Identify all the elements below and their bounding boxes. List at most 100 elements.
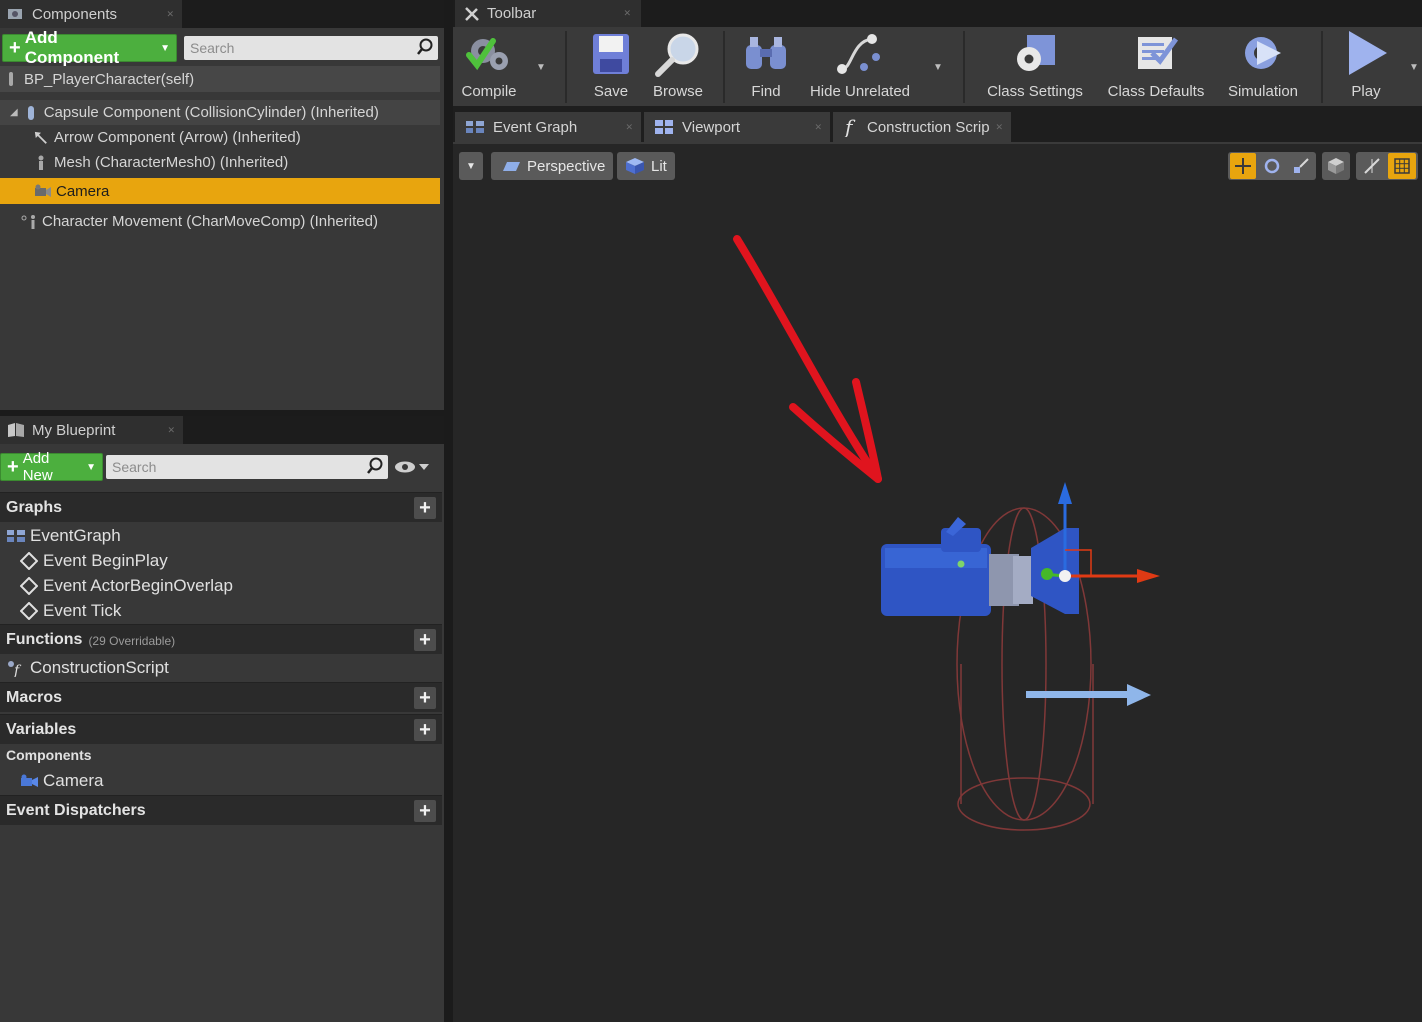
search-icon — [417, 38, 433, 55]
function-item-constructionscript[interactable]: f ConstructionScript — [0, 655, 442, 680]
save-icon — [593, 34, 629, 74]
close-icon[interactable]: ✕ — [995, 122, 1003, 133]
close-icon[interactable]: ✕ — [625, 122, 633, 133]
tree-item-mesh[interactable]: Mesh (CharacterMesh0) (Inherited) — [0, 150, 440, 175]
add-component-button[interactable]: + Add Component ▼ — [2, 28, 177, 67]
wrench-icon — [465, 6, 479, 21]
browse-button[interactable]: Browse — [646, 27, 710, 106]
tab-construction-script[interactable]: f Construction Scrip ✕ — [833, 112, 1011, 142]
camera-mesh — [881, 517, 1079, 616]
tab-construction-script-label: Construction Scrip — [867, 118, 990, 136]
hide-unrelated-dropdown-icon[interactable]: ▼ — [933, 62, 943, 73]
components-search-placeholder: Search — [190, 40, 235, 56]
tree-item-camera[interactable]: Camera — [0, 178, 440, 204]
find-label: Find — [751, 83, 781, 100]
variables-section-label: Variables — [6, 720, 77, 738]
chevron-down-icon: ▼ — [86, 461, 96, 473]
play-button[interactable]: Play — [1331, 27, 1401, 106]
add-new-button[interactable]: + Add New ▼ — [0, 450, 103, 484]
viewport-3d[interactable]: ▼ Perspective Lit — [453, 142, 1422, 1022]
add-graph-button[interactable]: + — [414, 497, 436, 519]
close-icon[interactable]: ✕ — [166, 9, 174, 20]
play-label: Play — [1351, 83, 1381, 100]
annotation-arrow — [733, 235, 882, 483]
variables-section-header[interactable]: Variables + — [0, 714, 442, 744]
add-new-label: Add New — [22, 450, 53, 484]
movement-icon — [21, 214, 35, 229]
play-icon — [1349, 31, 1387, 75]
chevron-down-icon: ▼ — [160, 42, 170, 54]
macros-section-header[interactable]: Macros + — [0, 682, 442, 712]
viewport-scene — [733, 235, 1160, 831]
close-icon[interactable]: ✕ — [623, 8, 631, 19]
tree-item-arrow[interactable]: Arrow Component (Arrow) (Inherited) — [0, 125, 440, 150]
graphs-section-label: Graphs — [6, 498, 63, 516]
simulation-label: Simulation — [1227, 83, 1299, 100]
components-tab[interactable]: Components ✕ — [0, 0, 182, 28]
camera-variable-icon — [21, 774, 38, 787]
event-dispatchers-section-label: Event Dispatchers — [6, 801, 146, 819]
tab-viewport-label: Viewport — [682, 118, 741, 136]
hide-unrelated-button[interactable]: Hide Unrelated — [805, 27, 915, 106]
close-icon[interactable]: ✕ — [167, 425, 175, 436]
components-search-input[interactable]: Search — [184, 36, 438, 60]
class-defaults-label: Class Defaults — [1107, 83, 1205, 100]
tab-event-graph[interactable]: Event Graph ✕ — [455, 112, 641, 142]
add-variable-button[interactable]: + — [414, 719, 436, 741]
search-icon — [367, 457, 383, 474]
play-options-dropdown-icon[interactable]: ▼ — [1409, 62, 1419, 73]
graph-item-label: EventGraph — [30, 525, 121, 545]
close-icon[interactable]: ✕ — [814, 122, 822, 133]
compile-button[interactable]: Compile — [457, 27, 521, 106]
variable-item-camera[interactable]: Camera — [0, 768, 442, 793]
my-blueprint-tab[interactable]: My Blueprint ✕ — [0, 416, 183, 444]
add-event-dispatcher-button[interactable]: + — [414, 800, 436, 822]
functions-section-label: Functions — [6, 630, 83, 648]
variable-item-label: Camera — [43, 770, 104, 790]
tree-item-label: Mesh (CharacterMesh0) (Inherited) — [54, 154, 289, 171]
graphs-section-header[interactable]: Graphs + — [0, 492, 442, 522]
root-component-label: BP_PlayerCharacter(self) — [24, 70, 195, 88]
simulation-button[interactable]: Simulation — [1221, 27, 1305, 106]
event-graph-icon — [7, 529, 25, 542]
graph-item-beginplay[interactable]: Event BeginPlay — [0, 548, 442, 573]
toolbar-tab[interactable]: Toolbar ✕ — [455, 0, 641, 27]
toolbar-separator — [1321, 31, 1323, 103]
svg-text:f: f — [843, 117, 856, 137]
compile-options-dropdown-icon[interactable]: ▼ — [536, 62, 546, 73]
event-dispatchers-section-header[interactable]: Event Dispatchers + — [0, 795, 442, 825]
class-settings-button[interactable]: Class Settings — [981, 27, 1089, 106]
add-macro-button[interactable]: + — [414, 687, 436, 709]
functions-section-header[interactable]: Functions (29 Overridable) + — [0, 624, 442, 654]
add-component-label: Add Component — [24, 28, 120, 67]
event-diamond-icon — [20, 551, 38, 570]
tree-item-label: Arrow Component (Arrow) (Inherited) — [54, 129, 301, 146]
graph-item-label: Event BeginPlay — [43, 550, 168, 570]
svg-text:f: f — [13, 663, 22, 677]
class-defaults-button[interactable]: Class Defaults — [1101, 27, 1211, 106]
root-component[interactable]: BP_PlayerCharacter(self) — [0, 66, 440, 92]
capsule-icon — [27, 105, 34, 120]
save-button[interactable]: Save — [583, 27, 639, 106]
graph-item-actorbeginoverlap[interactable]: Event ActorBeginOverlap — [0, 573, 442, 598]
variable-category-components[interactable]: Components — [6, 747, 92, 763]
find-button[interactable]: Find — [735, 27, 797, 106]
blueprint-search-input[interactable]: Search — [106, 455, 388, 479]
arrow-component-icon — [34, 131, 47, 144]
tree-item-label: Camera — [56, 182, 110, 200]
event-graph-icon — [466, 121, 484, 133]
graph-item-tick[interactable]: Event Tick — [0, 598, 442, 623]
tree-item-movement[interactable]: Character Movement (CharMoveComp) (Inher… — [0, 209, 440, 234]
graph-item-eventgraph[interactable]: EventGraph — [0, 523, 442, 548]
tab-viewport[interactable]: Viewport ✕ — [644, 112, 830, 142]
camera-icon — [35, 184, 51, 197]
plus-icon: + — [9, 37, 21, 59]
tree-item-capsule[interactable]: ◢ Capsule Component (CollisionCylinder) … — [0, 100, 440, 125]
save-label: Save — [593, 83, 629, 100]
vertical-splitter[interactable] — [444, 0, 453, 1022]
add-function-button[interactable]: + — [414, 629, 436, 651]
class-settings-label: Class Settings — [987, 83, 1083, 100]
document-tabs: Event Graph ✕ Viewport ✕ f Construction … — [453, 106, 1422, 142]
tab-event-graph-label: Event Graph — [493, 118, 578, 136]
view-options-eye-icon[interactable] — [394, 459, 430, 475]
